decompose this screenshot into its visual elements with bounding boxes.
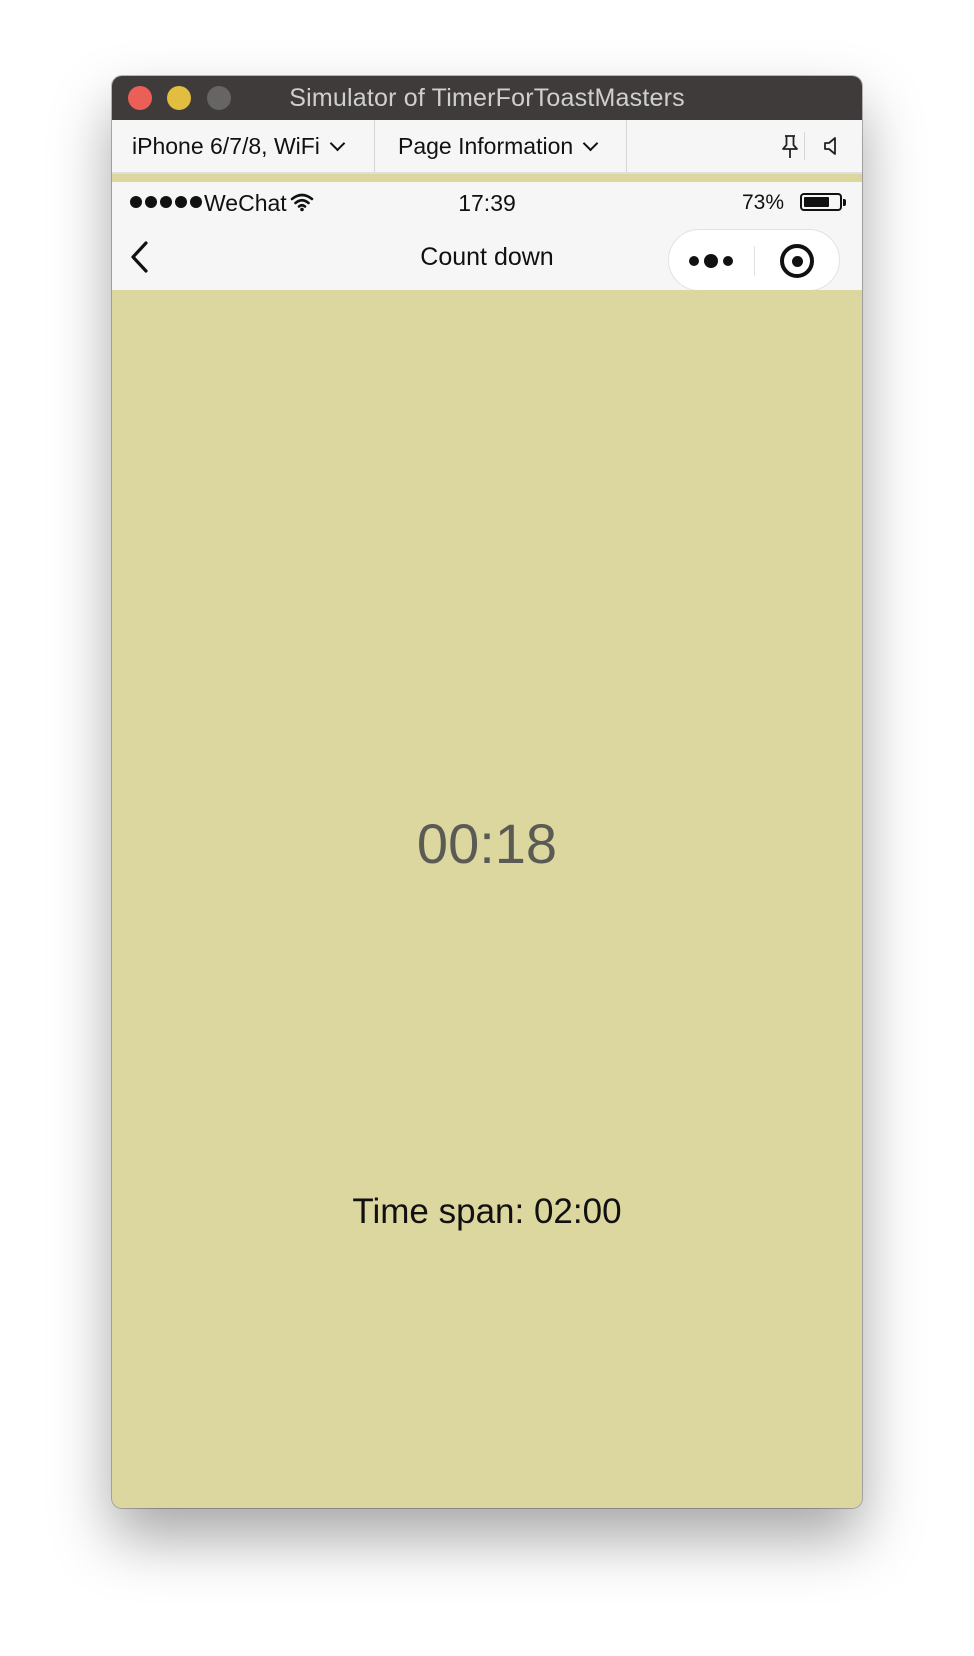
simulator-toolbar: iPhone 6/7/8, WiFi Page Information: [112, 120, 862, 174]
window-title: Simulator of TimerForToastMasters: [289, 84, 685, 112]
toolbar-divider: [626, 120, 627, 172]
countdown-page: 00:18 Time span: 02:00: [112, 290, 862, 1508]
page-information-label: Page Information: [398, 133, 574, 159]
battery-percentage: 73%: [741, 191, 784, 214]
toolbar-divider: [374, 120, 375, 172]
speaker-icon[interactable]: [818, 132, 846, 160]
more-dots-icon[interactable]: [689, 254, 733, 268]
chevron-down-icon: [582, 135, 599, 152]
device-select-label: iPhone 6/7/8, WiFi: [132, 133, 320, 159]
capsule-divider: [754, 246, 755, 276]
pin-icon[interactable]: [776, 132, 804, 160]
mini-program-capsule: [668, 229, 840, 291]
target-circle-icon[interactable]: [780, 244, 814, 278]
mini-program-navbar: Count down: [112, 224, 862, 291]
battery-icon: [800, 193, 846, 211]
toolbar-divider: [804, 132, 805, 160]
time-span-label: Time span: 02:00: [352, 1192, 622, 1231]
device-select[interactable]: iPhone 6/7/8, WiFi: [132, 120, 346, 172]
page-information-select[interactable]: Page Information: [398, 120, 599, 172]
phone-status-bar: WeChat 17:39 73%: [112, 182, 862, 224]
simulator-window: Simulator of TimerForToastMasters iPhone…: [112, 76, 862, 1508]
battery-level-fill: [804, 197, 829, 207]
countdown-timer: 00:18: [416, 812, 558, 875]
chevron-down-icon: [329, 135, 346, 152]
window-titlebar: Simulator of TimerForToastMasters: [112, 76, 862, 120]
